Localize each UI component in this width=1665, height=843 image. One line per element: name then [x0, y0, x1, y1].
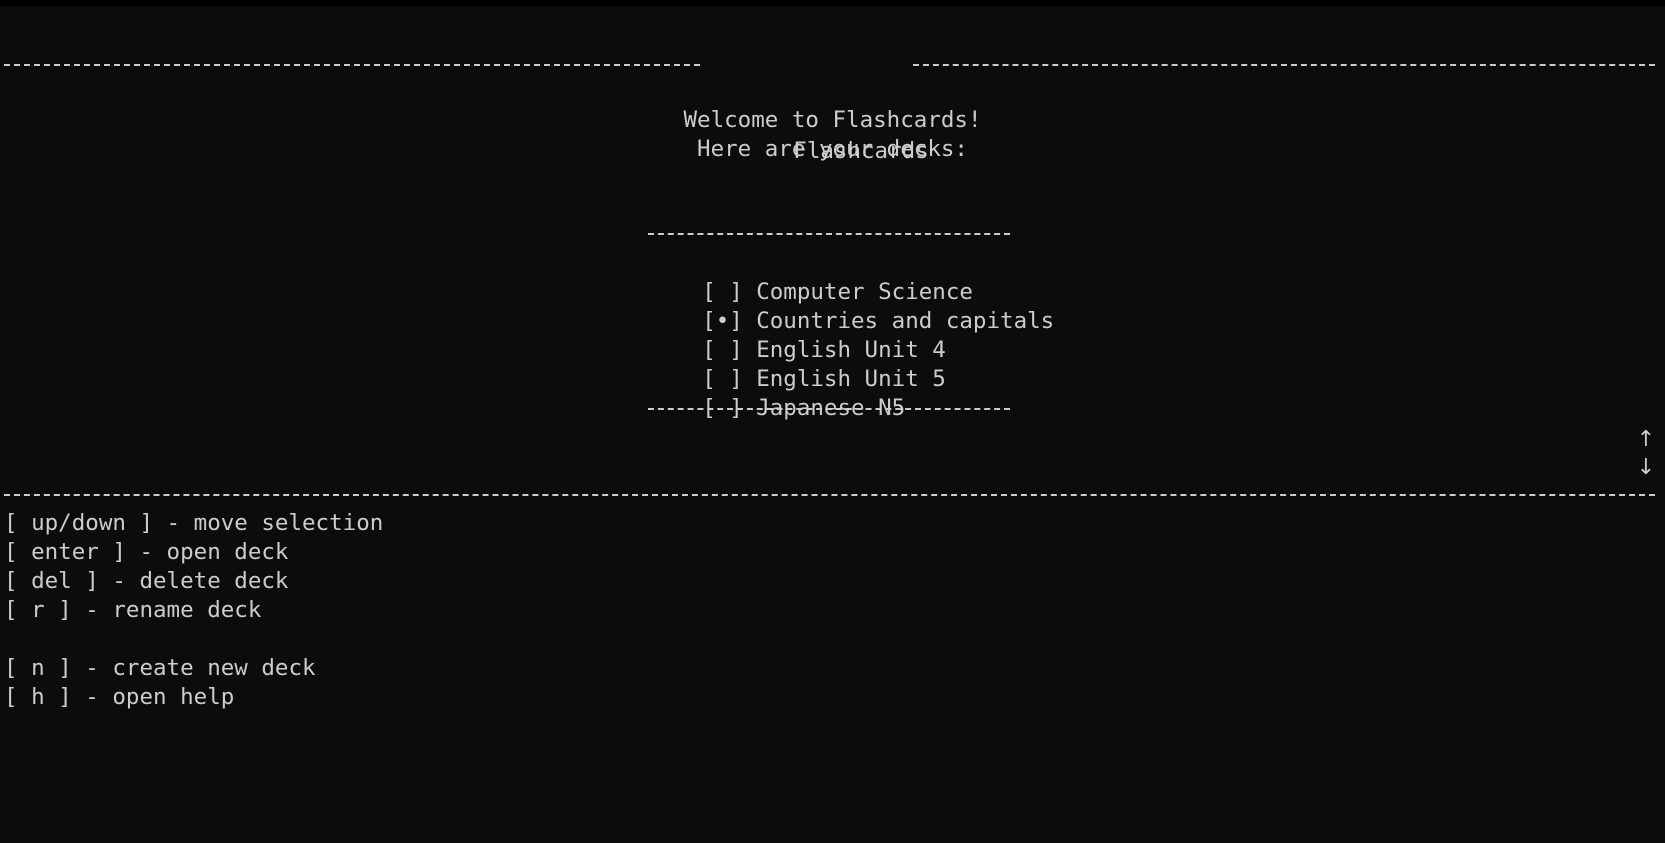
deck-list-top-rule	[648, 233, 1010, 235]
keybinding-move-selection: [ up/down ] - move selection	[4, 510, 384, 536]
keybinding-open-help: [ h ] - open help	[4, 684, 235, 710]
keybinding-open-deck: [ enter ] - open deck	[4, 539, 289, 565]
header-rule-right	[913, 64, 1655, 66]
keybinding-rename-deck: [ r ] - rename deck	[4, 597, 262, 623]
welcome-line-2: Here are your decks:	[697, 136, 968, 162]
deck-item-japanese-n5[interactable]: [ ] Japanese N5	[648, 365, 905, 421]
deck-item-english-unit-4[interactable]: [ ] English Unit 4	[648, 307, 946, 363]
footer-rule	[4, 494, 1655, 496]
deck-list-bottom-rule	[648, 408, 1010, 410]
deck-item-computer-science[interactable]: [ ] Computer Science	[648, 249, 973, 305]
keybinding-create-new-deck: [ n ] - create new deck	[4, 655, 316, 681]
scroll-down-icon[interactable]: ↓	[1636, 453, 1656, 482]
keybinding-delete-deck: [ del ] - delete deck	[4, 568, 289, 594]
welcome-line-1: Welcome to Flashcards!	[683, 107, 982, 133]
deck-item-english-unit-5[interactable]: [ ] English Unit 5	[648, 336, 946, 392]
deck-item-countries-and-capitals[interactable]: [•] Countries and capitals	[648, 278, 1054, 334]
scroll-up-icon[interactable]: ↑	[1636, 425, 1656, 454]
terminal-window: Flashcards Welcome to Flashcards! Here a…	[0, 6, 1665, 843]
